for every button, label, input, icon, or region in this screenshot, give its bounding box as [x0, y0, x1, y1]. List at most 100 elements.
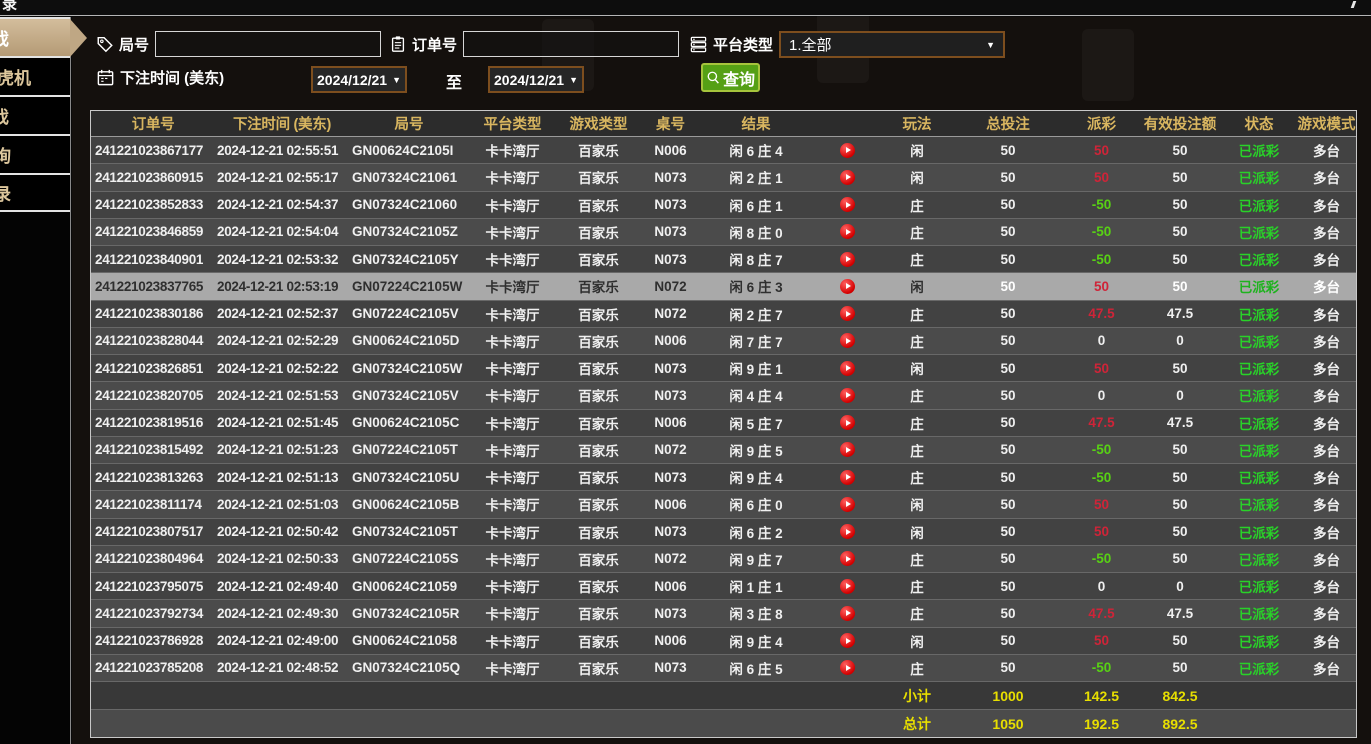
close-icon[interactable] — [1351, 1, 1357, 8]
cell: 闲 6 庄 1 — [700, 192, 812, 218]
cell: 卡卡湾厅 — [469, 573, 556, 599]
payout-cell: 0 — [1064, 573, 1139, 599]
table-row[interactable]: 2412210238528332024-12-21 02:54:37GN0732… — [91, 191, 1356, 218]
table-row[interactable]: 2412210237852082024-12-21 02:48:52GN0732… — [91, 654, 1356, 681]
play-icon[interactable] — [840, 333, 855, 348]
play-triangle — [846, 474, 851, 480]
cell: N006 — [641, 137, 700, 163]
play-icon[interactable] — [840, 388, 855, 403]
cell: 50 — [1139, 355, 1221, 381]
play-triangle — [846, 174, 851, 180]
sidebar-item-live-games[interactable]: 戏 — [0, 17, 70, 56]
cell: 多台 — [1297, 192, 1356, 218]
date-from-picker[interactable]: 2024/12/21 ▼ — [311, 66, 407, 93]
table-row[interactable]: 2412210238409012024-12-21 02:53:32GN0732… — [91, 245, 1356, 272]
play-icon[interactable] — [840, 170, 855, 185]
table-row[interactable]: 2412210238268512024-12-21 02:52:22GN0732… — [91, 354, 1356, 381]
play-icon[interactable] — [840, 470, 855, 485]
table-row[interactable]: 2412210238301862024-12-21 02:52:37GN0722… — [91, 300, 1356, 327]
col-header: 订单号 — [91, 111, 215, 136]
table-row[interactable]: 2412210237927342024-12-21 02:49:30GN0732… — [91, 599, 1356, 626]
cell: 卡卡湾厅 — [469, 192, 556, 218]
table-row[interactable]: 2412210238075172024-12-21 02:50:42GN0732… — [91, 518, 1356, 545]
cell: 0 — [1139, 573, 1221, 599]
cell: 50 — [952, 519, 1064, 545]
payout-cell: -50 — [1064, 437, 1139, 463]
table-row[interactable]: 2412210238609152024-12-21 02:55:17GN0732… — [91, 163, 1356, 190]
platform-type-select[interactable]: 1.全部 ▼ — [779, 31, 1005, 58]
play-icon[interactable] — [840, 579, 855, 594]
play-icon[interactable] — [840, 606, 855, 621]
status-badge: 已派彩 — [1221, 491, 1297, 517]
table-row[interactable]: 2412210237869282024-12-21 02:49:00GN0062… — [91, 627, 1356, 654]
play-icon[interactable] — [840, 524, 855, 539]
play-icon[interactable] — [840, 224, 855, 239]
status-badge: 已派彩 — [1221, 519, 1297, 545]
sidebar-item-slots[interactable]: 虎机 — [0, 56, 70, 95]
window-titlebar: 录 — [0, 0, 1371, 16]
cell: 多台 — [1297, 437, 1356, 463]
cell: 庄 — [882, 246, 952, 272]
cell: 2024-12-21 02:52:29 — [215, 328, 349, 354]
sidebar-item-games[interactable]: 戏 — [0, 95, 70, 134]
search-button[interactable]: 查询 — [701, 63, 760, 92]
cell: 50 — [1139, 164, 1221, 190]
play-icon[interactable] — [840, 442, 855, 457]
table-row[interactable]: 2412210238377652024-12-21 02:53:19GN0722… — [91, 272, 1356, 299]
play-icon[interactable] — [840, 279, 855, 294]
sidebar-item-query[interactable]: 询 — [0, 134, 70, 173]
table-row[interactable]: 2412210238049642024-12-21 02:50:33GN0722… — [91, 545, 1356, 572]
cell: 庄 — [882, 546, 952, 572]
cell: 2024-12-21 02:51:45 — [215, 410, 349, 436]
replay-cell — [812, 437, 882, 463]
date-to-picker[interactable]: 2024/12/21 ▼ — [488, 66, 584, 93]
cell: 2024-12-21 02:52:22 — [215, 355, 349, 381]
sidebar-item-records[interactable]: 录 — [0, 173, 70, 212]
play-icon[interactable] — [840, 252, 855, 267]
cell: 庄 — [882, 301, 952, 327]
play-icon[interactable] — [840, 143, 855, 158]
cell: 百家乐 — [556, 464, 641, 490]
empty-cell — [91, 710, 215, 737]
cell: 闲 2 庄 1 — [700, 164, 812, 190]
play-icon[interactable] — [840, 361, 855, 376]
cell: 百家乐 — [556, 137, 641, 163]
cell: 47.5 — [1139, 410, 1221, 436]
replay-cell — [812, 137, 882, 163]
empty-cell — [700, 710, 812, 737]
play-icon[interactable] — [840, 415, 855, 430]
table-row[interactable]: 2412210238207052024-12-21 02:51:53GN0732… — [91, 381, 1356, 408]
subtotal-value: 142.5 — [1064, 682, 1139, 709]
replay-cell — [812, 192, 882, 218]
table-row[interactable]: 2412210238195162024-12-21 02:51:45GN0062… — [91, 409, 1356, 436]
round-id-input[interactable] — [155, 31, 381, 57]
cell: 241221023846859 — [91, 219, 215, 245]
order-id-input[interactable] — [463, 31, 679, 57]
cell: 多台 — [1297, 382, 1356, 408]
cell: 多台 — [1297, 519, 1356, 545]
status-badge: 已派彩 — [1221, 273, 1297, 299]
table-row[interactable]: 2412210238111742024-12-21 02:51:03GN0062… — [91, 490, 1356, 517]
cell: 百家乐 — [556, 192, 641, 218]
subtotal-label: 小计 — [882, 682, 952, 709]
cell: N073 — [641, 600, 700, 626]
play-icon[interactable] — [840, 497, 855, 512]
play-icon[interactable] — [840, 633, 855, 648]
play-icon[interactable] — [840, 660, 855, 675]
play-icon[interactable] — [840, 306, 855, 321]
payout-cell: -50 — [1064, 219, 1139, 245]
play-icon[interactable] — [840, 551, 855, 566]
table-row[interactable]: 2412210238671772024-12-21 02:55:51GN0062… — [91, 137, 1356, 163]
play-triangle — [846, 229, 851, 235]
cell: 卡卡湾厅 — [469, 382, 556, 408]
cell: 47.5 — [1139, 301, 1221, 327]
table-row[interactable]: 2412210238154922024-12-21 02:51:23GN0722… — [91, 436, 1356, 463]
table-row[interactable]: 2412210238280442024-12-21 02:52:29GN0062… — [91, 327, 1356, 354]
play-icon[interactable] — [840, 197, 855, 212]
table-row[interactable]: 2412210238468592024-12-21 02:54:04GN0732… — [91, 218, 1356, 245]
cell: N006 — [641, 328, 700, 354]
cell: 241221023807517 — [91, 519, 215, 545]
table-row[interactable]: 2412210237950752024-12-21 02:49:40GN0062… — [91, 572, 1356, 599]
table-row[interactable]: 2412210238132632024-12-21 02:51:13GN0732… — [91, 463, 1356, 490]
play-triangle — [846, 420, 851, 426]
